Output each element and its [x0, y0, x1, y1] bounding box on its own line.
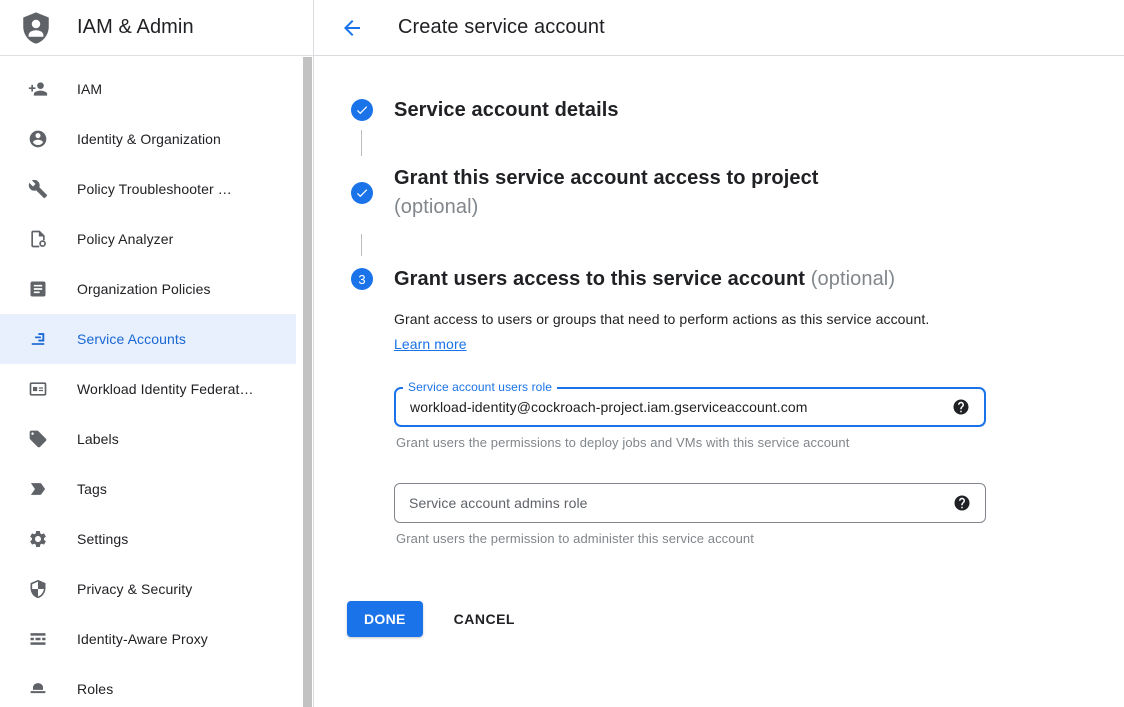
account-circle-icon [28, 129, 48, 149]
create-service-account-page: IAM & Admin IAM Identity & Organization Po… [0, 0, 1124, 707]
article-icon [28, 279, 48, 299]
service-account-admins-role-input[interactable] [409, 495, 943, 511]
step2-check-icon [351, 182, 373, 204]
sidebar-item-label: Policy Analyzer [77, 231, 173, 247]
main-header: Create service account [314, 0, 1124, 56]
stepper: Service account details Grant this servi… [314, 56, 1124, 637]
sidebar-item-identity-aware-proxy[interactable]: Identity-Aware Proxy [0, 614, 296, 664]
sidebar-item-settings[interactable]: Settings [0, 514, 296, 564]
service-account-icon [28, 329, 48, 349]
shield-icon [28, 579, 48, 599]
sidebar-item-policy-analyzer[interactable]: Policy Analyzer [0, 214, 296, 264]
step3-body: Grant access to users or groups that nee… [394, 307, 1124, 546]
cancel-button[interactable]: CANCEL [454, 611, 515, 627]
gear-icon [28, 529, 48, 549]
sidebar-item-privacy-security[interactable]: Privacy & Security [0, 564, 296, 614]
sidebar-item-label: Tags [77, 481, 107, 497]
done-button[interactable]: DONE [347, 601, 423, 637]
sidebar-item-label: IAM [77, 81, 102, 97]
learn-more-link[interactable]: Learn more [394, 336, 467, 352]
sidebar-title: IAM & Admin [77, 16, 194, 39]
sidebar: IAM & Admin IAM Identity & Organization Po… [0, 0, 313, 707]
iam-admin-shield-icon [19, 11, 53, 45]
label-icon [28, 429, 48, 449]
admins-role-field: Grant users the permission to administer… [394, 483, 986, 546]
step-grant-users-access: 3 Grant users access to this service acc… [314, 268, 1124, 291]
step1-check-icon [351, 99, 373, 121]
sidebar-item-tags[interactable]: Tags [0, 464, 296, 514]
help-icon[interactable] [953, 494, 971, 512]
sidebar-nav: IAM Identity & Organization Policy Trouble… [0, 56, 296, 707]
step3-number-badge: 3 [351, 268, 373, 290]
main-panel: Create service account Service account d… [313, 0, 1124, 707]
sidebar-item-iam[interactable]: IAM [0, 64, 296, 114]
users-role-helper-text: Grant users the permissions to deploy jo… [396, 435, 986, 450]
hat-icon [28, 679, 48, 699]
form-actions: DONE CANCEL [347, 601, 1124, 637]
wrench-icon [28, 179, 48, 199]
sidebar-item-label: Privacy & Security [77, 581, 192, 597]
users-role-floating-label: Service account users role [403, 379, 557, 395]
sidebar-item-identity-organization[interactable]: Identity & Organization [0, 114, 296, 164]
arrow-back-icon [340, 16, 364, 40]
sidebar-item-roles[interactable]: Roles [0, 664, 296, 707]
step3-optional-label: (optional) [811, 268, 895, 290]
help-icon[interactable] [952, 398, 970, 416]
sidebar-item-label: Service Accounts [77, 331, 186, 347]
sidebar-item-label: Labels [77, 431, 119, 447]
card-icon [28, 379, 48, 399]
step-service-account-details: Service account details [314, 99, 1124, 122]
sidebar-item-label: Organization Policies [77, 281, 211, 297]
sidebar-item-label: Settings [77, 531, 128, 547]
sidebar-scrollbar[interactable] [303, 57, 312, 707]
sidebar-item-organization-policies[interactable]: Organization Policies [0, 264, 296, 314]
sidebar-item-policy-troubleshooter[interactable]: Policy Troubleshooter … [0, 164, 296, 214]
sidebar-item-labels[interactable]: Labels [0, 414, 296, 464]
admins-role-field-box [394, 483, 986, 523]
proxy-icon [28, 629, 48, 649]
sidebar-item-workload-identity-federat[interactable]: Workload Identity Federat… [0, 364, 296, 414]
back-button[interactable] [340, 16, 364, 40]
policy-analyzer-icon [28, 229, 48, 249]
step2-optional-label: (optional) [394, 193, 819, 222]
step2-title: Grant this service account access to pro… [394, 164, 819, 193]
admins-role-helper-text: Grant users the permission to administer… [396, 531, 986, 546]
step1-title: Service account details [394, 99, 619, 122]
users-role-field: Service account users role Grant users t… [394, 387, 986, 450]
step3-title: Grant users access to this service accou… [394, 268, 895, 291]
sidebar-header: IAM & Admin [0, 0, 313, 56]
step-connector [361, 130, 362, 156]
step3-number: 3 [358, 273, 365, 286]
person-add-icon [28, 79, 48, 99]
step-grant-access-to-project: Grant this service account access to pro… [314, 164, 1124, 222]
step-connector [361, 234, 362, 256]
sidebar-item-label: Policy Troubleshooter … [77, 181, 232, 197]
sidebar-item-label: Identity & Organization [77, 131, 221, 147]
page-title: Create service account [398, 16, 605, 39]
sidebar-item-label: Workload Identity Federat… [77, 381, 254, 397]
service-account-users-role-input[interactable] [410, 399, 942, 415]
step3-description: Grant access to users or groups that nee… [394, 307, 952, 357]
tag-arrow-icon [28, 479, 48, 499]
sidebar-item-service-accounts[interactable]: Service Accounts [0, 314, 296, 364]
sidebar-item-label: Identity-Aware Proxy [77, 631, 208, 647]
sidebar-item-label: Roles [77, 681, 113, 697]
